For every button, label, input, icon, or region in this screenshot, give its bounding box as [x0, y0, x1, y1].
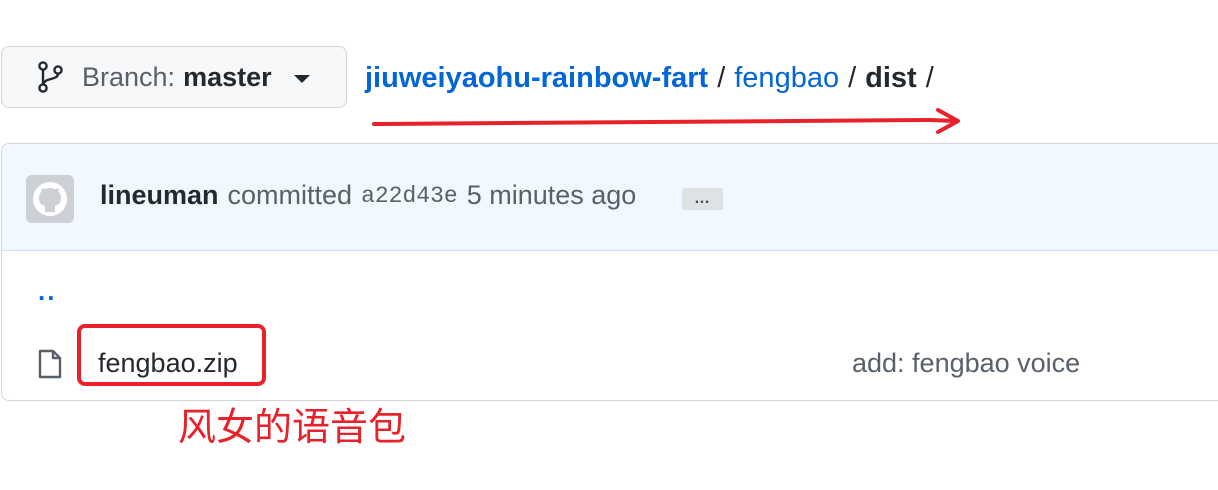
file-commit-message-link[interactable]: add: fengbao voice — [852, 348, 1080, 379]
breadcrumb-separator: / — [925, 61, 934, 94]
breadcrumb-separator: / — [717, 61, 726, 94]
latest-commit-bar: lineuman committed a22d43e 5 minutes ago — [2, 144, 1218, 251]
annotation-label: 风女的语音包 — [178, 405, 407, 449]
commit-summary: lineuman committed a22d43e 5 minutes ago — [100, 180, 636, 211]
annotation-highlight-box — [77, 324, 266, 386]
parent-directory-link[interactable]: .. — [38, 276, 56, 307]
annotation-arrow — [372, 108, 960, 134]
file-icon — [38, 349, 62, 379]
github-avatar-icon — [26, 175, 74, 223]
breadcrumb-separator: / — [848, 61, 857, 94]
git-branch-icon — [38, 61, 63, 93]
commit-verb: committed — [227, 180, 353, 210]
commit-time: 5 minutes ago — [466, 180, 637, 210]
breadcrumb-repo-link[interactable]: jiuweiyaohu-rainbow-fart — [365, 62, 708, 95]
branch-prefix-label: Branch: — [82, 61, 176, 92]
commit-author-link[interactable]: lineuman — [100, 180, 219, 211]
commit-sha-link[interactable]: a22d43e — [361, 183, 458, 209]
breadcrumb: jiuweiyaohu-rainbow-fart / fengbao / dis… — [365, 56, 943, 100]
breadcrumb-current-folder: dist — [865, 61, 917, 94]
avatar[interactable] — [26, 175, 74, 223]
caret-down-icon — [293, 74, 310, 83]
breadcrumb-folder-link[interactable]: fengbao — [734, 62, 839, 95]
commit-message-expand-button[interactable]: … — [682, 188, 723, 210]
branch-name: master — [183, 61, 272, 92]
branch-select-button[interactable]: Branch: master — [1, 46, 347, 108]
